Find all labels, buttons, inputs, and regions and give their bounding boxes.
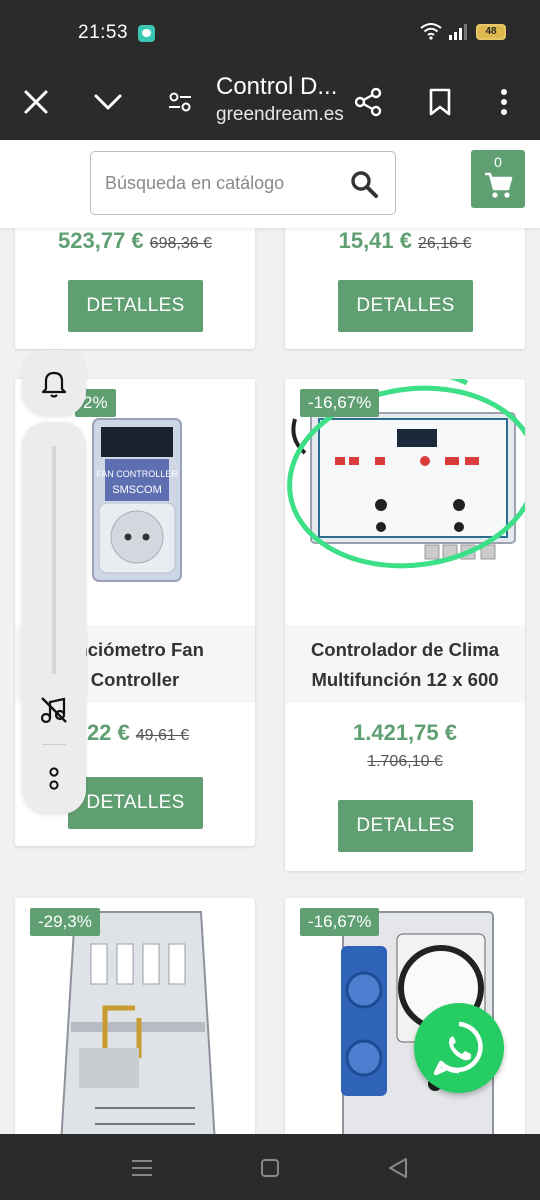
page-settings-button[interactable] (156, 78, 204, 126)
bookmark-button[interactable] (416, 78, 464, 126)
page-title: Control D... (216, 73, 338, 100)
home-icon[interactable] (254, 1152, 286, 1184)
notification-app-icon (138, 25, 155, 42)
svg-text:SMSCOM: SMSCOM (112, 484, 162, 496)
discount-badge: -29,3% (30, 908, 100, 936)
cart-icon (485, 172, 513, 198)
status-bar: 21:53 48 (0, 0, 540, 64)
browser-toolbar: Control D... greendream.es (0, 64, 540, 140)
battery-icon: 48 (476, 24, 506, 40)
chevron-down-icon (94, 94, 122, 110)
share-icon (354, 87, 382, 117)
bookmark-icon (429, 88, 451, 116)
discount-badge: -16,67% (300, 389, 380, 417)
product-price: 15,41 €26,16 € (338, 228, 472, 253)
tune-icon (169, 92, 191, 112)
signal-icon (449, 24, 467, 40)
floating-side-panel (22, 422, 86, 814)
more-icon (49, 767, 59, 790)
music-off-icon (40, 697, 67, 724)
details-button[interactable]: DETALLES (338, 280, 473, 332)
product-card: -29,3% (15, 898, 255, 1134)
product-name: Controlador de Clima Multifunción 12 x 6… (285, 625, 525, 703)
product-card: 15,41 €26,16 € DETALLES (285, 228, 525, 349)
menu-button[interactable] (480, 78, 528, 126)
collapse-button[interactable] (84, 78, 132, 126)
search-input[interactable] (105, 166, 341, 200)
recents-icon[interactable] (126, 1152, 158, 1184)
cart-count: 0 (494, 154, 502, 170)
details-button[interactable]: DETALLES (68, 777, 203, 829)
volume-slider[interactable] (52, 446, 56, 674)
product-price: 1.421,75 € (353, 720, 457, 745)
search-icon[interactable] (349, 169, 379, 199)
old-price: 698,36 € (149, 235, 212, 252)
svg-text:FAN CONTROLLER: FAN CONTROLLER (96, 469, 178, 479)
close-button[interactable] (12, 78, 60, 126)
more-vert-icon (501, 89, 507, 115)
site-header: 0 (0, 140, 540, 228)
product-card: 523,77 €698,36 € DETALLES (15, 228, 255, 349)
cart-button[interactable]: 0 (471, 150, 525, 208)
system-nav-bar (0, 1134, 540, 1200)
status-time: 21:53 (78, 22, 129, 43)
bell-icon (41, 371, 67, 398)
back-icon[interactable] (382, 1152, 414, 1184)
whatsapp-button[interactable] (414, 1003, 504, 1093)
product-price: 523,77 €698,36 € (58, 228, 212, 253)
old-price: 26,16 € (418, 235, 472, 252)
details-button[interactable]: DETALLES (68, 280, 203, 332)
details-button[interactable]: DETALLES (338, 800, 473, 852)
old-price: 1.706,10 € (367, 753, 443, 770)
wifi-icon (420, 23, 442, 40)
share-button[interactable] (344, 78, 392, 126)
close-icon (24, 90, 48, 114)
product-card: -16,67% Controlador de Clima Multifunció… (285, 379, 525, 871)
page-url: greendream.es (216, 104, 344, 125)
divider (42, 744, 66, 745)
whatsapp-icon (433, 1021, 483, 1076)
discount-badge: -16,67% (300, 908, 380, 936)
search-box (90, 151, 396, 215)
old-price: 49,61 € (135, 727, 190, 744)
notification-toggle[interactable] (22, 350, 86, 416)
